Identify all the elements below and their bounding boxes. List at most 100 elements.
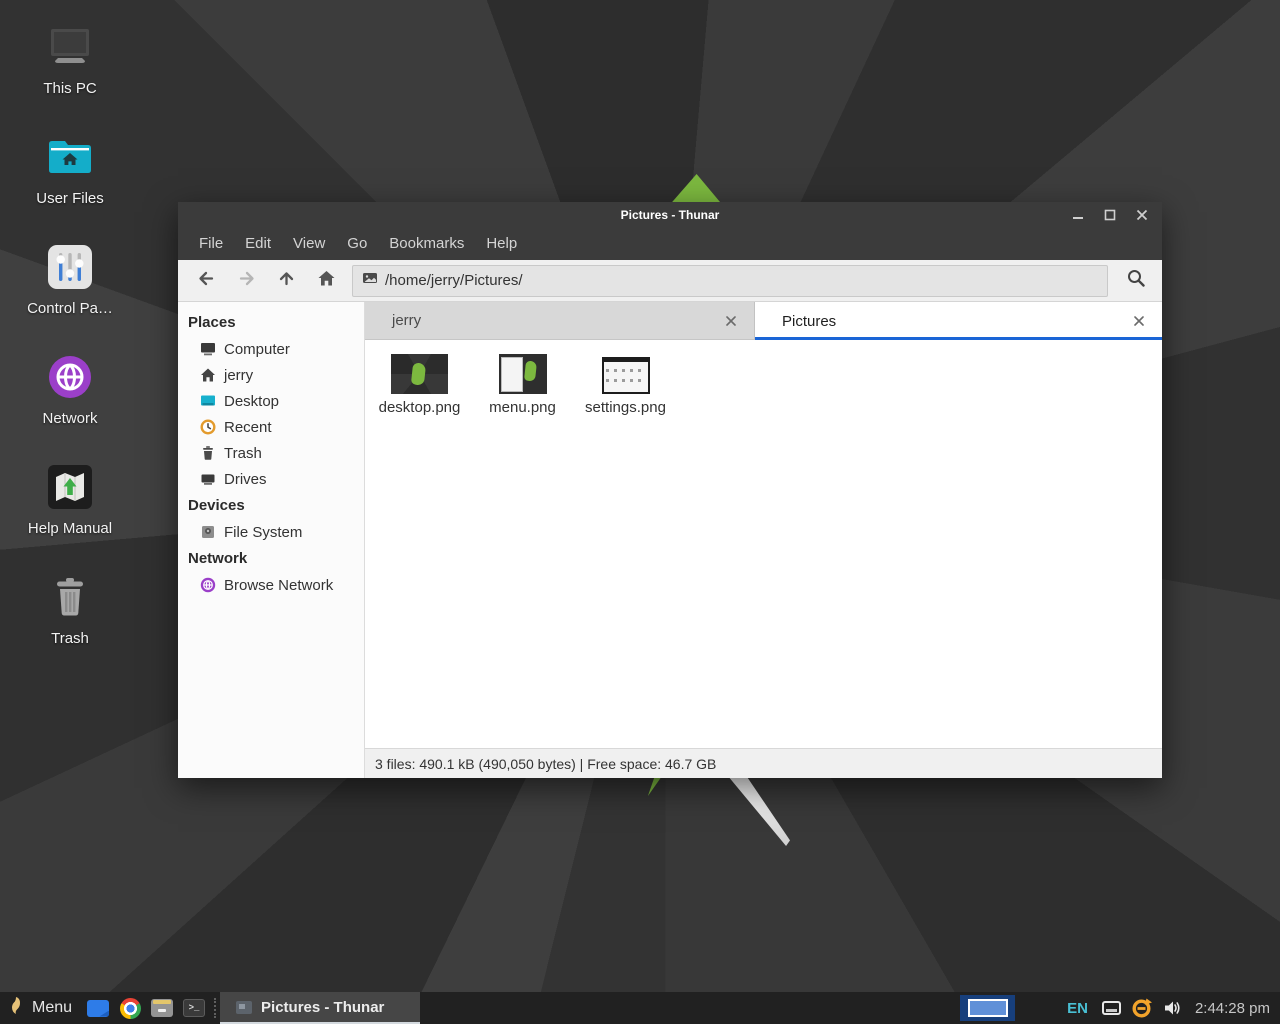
menu-button-label: Menu	[32, 999, 72, 1017]
wallpaper-streak	[724, 776, 790, 846]
update-refresh-icon	[1131, 998, 1152, 1019]
network-globe-icon	[200, 577, 216, 593]
thunar-task-icon	[236, 1001, 252, 1014]
sidebar-item-label: Desktop	[224, 393, 279, 410]
sidebar-item-label: Computer	[224, 341, 290, 358]
maximize-icon[interactable]	[1102, 207, 1118, 223]
window-controls	[1070, 207, 1162, 223]
desktop-icon-label: This PC	[43, 80, 96, 97]
sidebar-header-network: Network	[178, 545, 364, 572]
menu-go[interactable]: Go	[336, 228, 378, 260]
window-titlebar[interactable]: Pictures - Thunar	[178, 202, 1162, 228]
home-icon	[317, 269, 336, 293]
sidebar: Places Computer jerry Desktop Recent	[178, 302, 365, 778]
image-thumbnail	[391, 354, 448, 394]
home-folder-icon	[46, 132, 94, 182]
desktop-icon-control-panel[interactable]: Control Pa…	[0, 232, 140, 342]
tab-bar: jerry Pictures	[365, 302, 1162, 340]
tab-close-icon[interactable]	[723, 313, 739, 329]
monitor-icon	[1102, 1001, 1121, 1015]
update-manager-tray-icon[interactable]	[1131, 998, 1152, 1019]
browser-launcher[interactable]	[117, 992, 143, 1024]
path-bar[interactable]: /home/jerry/Pictures/	[352, 265, 1108, 297]
path-text: /home/jerry/Pictures/	[385, 272, 523, 289]
workspace-switcher[interactable]	[960, 995, 1015, 1021]
task-button-thunar[interactable]: Pictures - Thunar	[220, 992, 420, 1024]
sidebar-item-label: Recent	[224, 419, 272, 436]
tab-pictures[interactable]: Pictures	[755, 302, 1162, 340]
file-settings-png[interactable]: settings.png	[577, 350, 674, 416]
terminal-launcher[interactable]: >_	[181, 992, 207, 1024]
menu-bookmarks[interactable]: Bookmarks	[378, 228, 475, 260]
close-icon[interactable]	[1134, 207, 1150, 223]
file-menu-png[interactable]: menu.png	[474, 350, 571, 416]
file-desktop-png[interactable]: desktop.png	[371, 350, 468, 416]
window-title: Pictures - Thunar	[178, 208, 1162, 222]
keyboard-layout-indicator[interactable]: EN	[1067, 1000, 1088, 1017]
menu-help[interactable]: Help	[475, 228, 528, 260]
thunar-window: Pictures - Thunar File Edit View Go Book…	[178, 202, 1162, 778]
chrome-icon	[120, 998, 141, 1019]
sidebar-item-drives[interactable]: Drives	[178, 466, 364, 492]
settings-sliders-icon	[48, 242, 92, 292]
sidebar-item-label: File System	[224, 524, 302, 541]
sidebar-item-file-system[interactable]: File System	[178, 519, 364, 545]
toolbar: /home/jerry/Pictures/	[178, 260, 1162, 302]
file-manager-launcher[interactable]	[149, 992, 175, 1024]
tab-jerry[interactable]: jerry	[365, 302, 755, 340]
filesystem-disk-icon	[200, 524, 216, 540]
mint-logo-icon	[8, 996, 23, 1020]
sidebar-item-computer[interactable]: Computer	[178, 336, 364, 362]
sidebar-item-label: jerry	[224, 367, 253, 384]
menu-edit[interactable]: Edit	[234, 228, 282, 260]
main-pane: jerry Pictures desktop.png	[365, 302, 1162, 778]
sidebar-item-recent[interactable]: Recent	[178, 414, 364, 440]
back-icon	[197, 269, 216, 293]
tab-label: Pictures	[782, 313, 1131, 330]
volume-tray-icon[interactable]	[1162, 998, 1182, 1018]
desktop-icon-user-files[interactable]: User Files	[0, 122, 140, 232]
computer-icon	[46, 22, 94, 72]
home-icon	[200, 367, 216, 383]
taskbar: Menu >_ Pictures - Thunar EN 2:44:28 pm	[0, 992, 1280, 1024]
desktop-icon-trash[interactable]: Trash	[0, 562, 140, 672]
desktop-icon-help-manual[interactable]: Help Manual	[0, 452, 140, 562]
file-cabinet-icon	[151, 999, 173, 1017]
desktop-icon-label: Network	[42, 410, 97, 427]
image-icon	[362, 270, 378, 291]
window-content: Places Computer jerry Desktop Recent	[178, 302, 1162, 778]
sidebar-header-places: Places	[178, 309, 364, 336]
clock[interactable]: 2:44:28 pm	[1187, 1000, 1280, 1017]
display-tray-icon[interactable]	[1102, 1001, 1121, 1015]
menu-button[interactable]: Menu	[0, 992, 82, 1024]
menu-file[interactable]: File	[188, 228, 234, 260]
sidebar-item-trash[interactable]: Trash	[178, 440, 364, 466]
desktop-icon-label: Help Manual	[28, 520, 112, 537]
sidebar-item-desktop[interactable]: Desktop	[178, 388, 364, 414]
back-button[interactable]	[186, 264, 226, 298]
menu-view[interactable]: View	[282, 228, 336, 260]
sidebar-item-label: Browse Network	[224, 577, 333, 594]
home-button[interactable]	[306, 264, 346, 298]
desktop-icon	[200, 393, 216, 409]
menu-bar: File Edit View Go Bookmarks Help	[178, 228, 1162, 260]
recent-clock-icon	[200, 419, 216, 435]
active-workspace	[968, 999, 1008, 1017]
search-button[interactable]	[1118, 264, 1154, 298]
sidebar-item-browse-network[interactable]: Browse Network	[178, 572, 364, 598]
minimize-icon[interactable]	[1070, 207, 1086, 223]
sidebar-item-jerry[interactable]: jerry	[178, 362, 364, 388]
wallpaper-mint-logo-fragment	[668, 174, 720, 202]
tab-close-icon[interactable]	[1131, 313, 1147, 329]
desktop-icon-network[interactable]: Network	[0, 342, 140, 452]
sidebar-header-devices: Devices	[178, 492, 364, 519]
tab-label: jerry	[392, 312, 723, 329]
forward-button[interactable]	[226, 264, 266, 298]
desktop-icon-this-pc[interactable]: This PC	[0, 12, 140, 122]
network-globe-icon	[48, 352, 92, 402]
show-desktop-launcher[interactable]	[85, 992, 111, 1024]
desktop-icon-label: Control Pa…	[27, 300, 113, 317]
trash-icon	[48, 572, 92, 622]
image-thumbnail	[602, 357, 650, 394]
up-button[interactable]	[266, 264, 306, 298]
